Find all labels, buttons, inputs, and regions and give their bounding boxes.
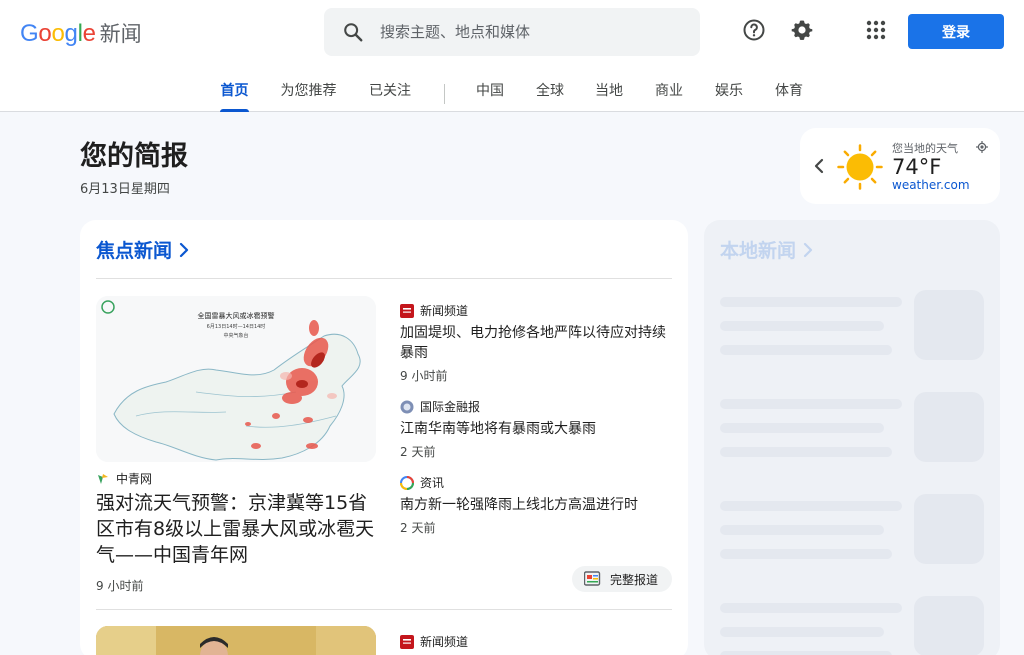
search-icon[interactable]: [342, 21, 364, 43]
tab-home[interactable]: 首页: [220, 80, 249, 112]
weather-source-link[interactable]: weather.com: [892, 178, 970, 192]
tab-for-you[interactable]: 为您推荐: [280, 80, 337, 112]
source-favicon-icon: [400, 475, 414, 490]
source-favicon-icon: [400, 400, 414, 413]
logo-product: 新闻: [99, 22, 142, 46]
portrait-photo-image: [96, 626, 376, 655]
tab-local[interactable]: 当地: [595, 80, 623, 112]
search-box[interactable]: [324, 8, 700, 56]
source-favicon-icon: [98, 473, 108, 484]
top-bar: Google 新闻 登录 首页 为您推荐 已关注 中国 全球 当地 商业 娱乐 …: [0, 0, 1024, 112]
next-story-source-name: 新闻频道: [420, 635, 469, 649]
top-stories-title: 焦点新闻: [96, 240, 173, 262]
hero-source-name: 中青网: [116, 472, 153, 486]
related-source-name: 资讯: [420, 476, 445, 490]
related-headline[interactable]: 江南华南等地将有暴雨或大暴雨: [400, 419, 672, 439]
weather-widget[interactable]: 您当地的天气 74°F weather.com: [800, 128, 1000, 204]
page-title: 您的简报: [80, 141, 188, 172]
local-news-title: 本地新闻: [720, 240, 797, 262]
tab-following[interactable]: 已关注: [369, 80, 411, 112]
top-stories-card: 焦点新闻 全国雷暴大风或冰雹预警 6月13日14时—14日14时 中央气象台 中…: [80, 220, 688, 655]
sunny-weather-icon: [837, 144, 883, 190]
google-news-logo[interactable]: Google 新闻: [20, 18, 142, 48]
svg-text:中央气象台: 中央气象台: [223, 332, 248, 339]
tab-sports[interactable]: 体育: [775, 80, 803, 112]
local-news-heading[interactable]: 本地新闻: [720, 236, 814, 263]
svg-text:全国雷暴大风或冰雹预警: 全国雷暴大风或冰雹预警: [198, 311, 275, 320]
weather-label: 您当地的天气: [892, 142, 958, 155]
weather-warning-map-image: 全国雷暴大风或冰雹预警 6月13日14时—14日14时 中央气象台: [96, 296, 376, 462]
related-source[interactable]: 资讯: [400, 474, 444, 491]
logo-text: Google: [20, 20, 96, 47]
related-time: 9 小时前: [400, 369, 448, 383]
divider: [96, 609, 672, 610]
briefing-date: 6月13日星期四: [80, 182, 170, 197]
tab-world[interactable]: 全球: [536, 80, 564, 112]
tab-china[interactable]: 中国: [476, 80, 504, 112]
chevron-right-icon: [179, 242, 189, 257]
related-time: 2 天前: [400, 521, 436, 535]
tab-entertainment[interactable]: 娱乐: [715, 80, 743, 112]
related-headline[interactable]: 加固堤坝、电力抢修各地严阵以待应对持续暴雨: [400, 323, 672, 363]
weather-temperature: 74°F: [892, 155, 942, 179]
related-source[interactable]: 国际金融报: [400, 398, 480, 415]
section-tabs: 首页 为您推荐 已关注 中国 全球 当地 商业 娱乐 体育: [0, 80, 1024, 112]
full-coverage-button[interactable]: 完整报道: [572, 566, 672, 592]
settings-gear-icon[interactable]: [790, 18, 814, 42]
chevron-left-icon[interactable]: [812, 156, 826, 176]
sign-in-button[interactable]: 登录: [908, 14, 1004, 49]
hero-story-image[interactable]: 全国雷暴大风或冰雹预警 6月13日14时—14日14时 中央气象台: [96, 296, 376, 462]
related-source[interactable]: 新闻频道: [400, 302, 468, 319]
source-favicon-icon: [400, 303, 414, 318]
tab-divider: [444, 84, 445, 104]
next-story-source[interactable]: 新闻频道: [400, 633, 468, 650]
related-source-name: 新闻频道: [420, 304, 469, 318]
local-news-card: 本地新闻: [704, 220, 1000, 655]
apps-grid-icon[interactable]: [864, 18, 888, 42]
second-story-image[interactable]: [96, 626, 376, 655]
full-coverage-label: 完整报道: [610, 572, 659, 587]
chevron-right-icon: [803, 242, 813, 257]
related-headline[interactable]: 南方新一轮强降雨上线北方高温进行时: [400, 495, 672, 515]
source-favicon-icon: [400, 634, 414, 649]
divider: [96, 278, 672, 279]
help-icon[interactable]: [742, 18, 766, 42]
svg-text:6月13日14时—14日14时: 6月13日14时—14日14时: [207, 323, 266, 330]
tab-business[interactable]: 商业: [655, 80, 683, 112]
top-stories-heading[interactable]: 焦点新闻: [96, 236, 190, 263]
location-icon[interactable]: [976, 141, 988, 153]
hero-headline[interactable]: 强对流天气预警：京津冀等15省区市有8级以上雷暴大风或冰雹天气——中国青年网: [96, 490, 380, 568]
related-source-name: 国际金融报: [420, 400, 481, 414]
hero-time: 9 小时前: [96, 579, 144, 593]
full-coverage-icon: [584, 571, 601, 586]
related-time: 2 天前: [400, 445, 436, 459]
search-input[interactable]: [380, 8, 680, 56]
hero-source[interactable]: 中青网: [96, 470, 152, 487]
